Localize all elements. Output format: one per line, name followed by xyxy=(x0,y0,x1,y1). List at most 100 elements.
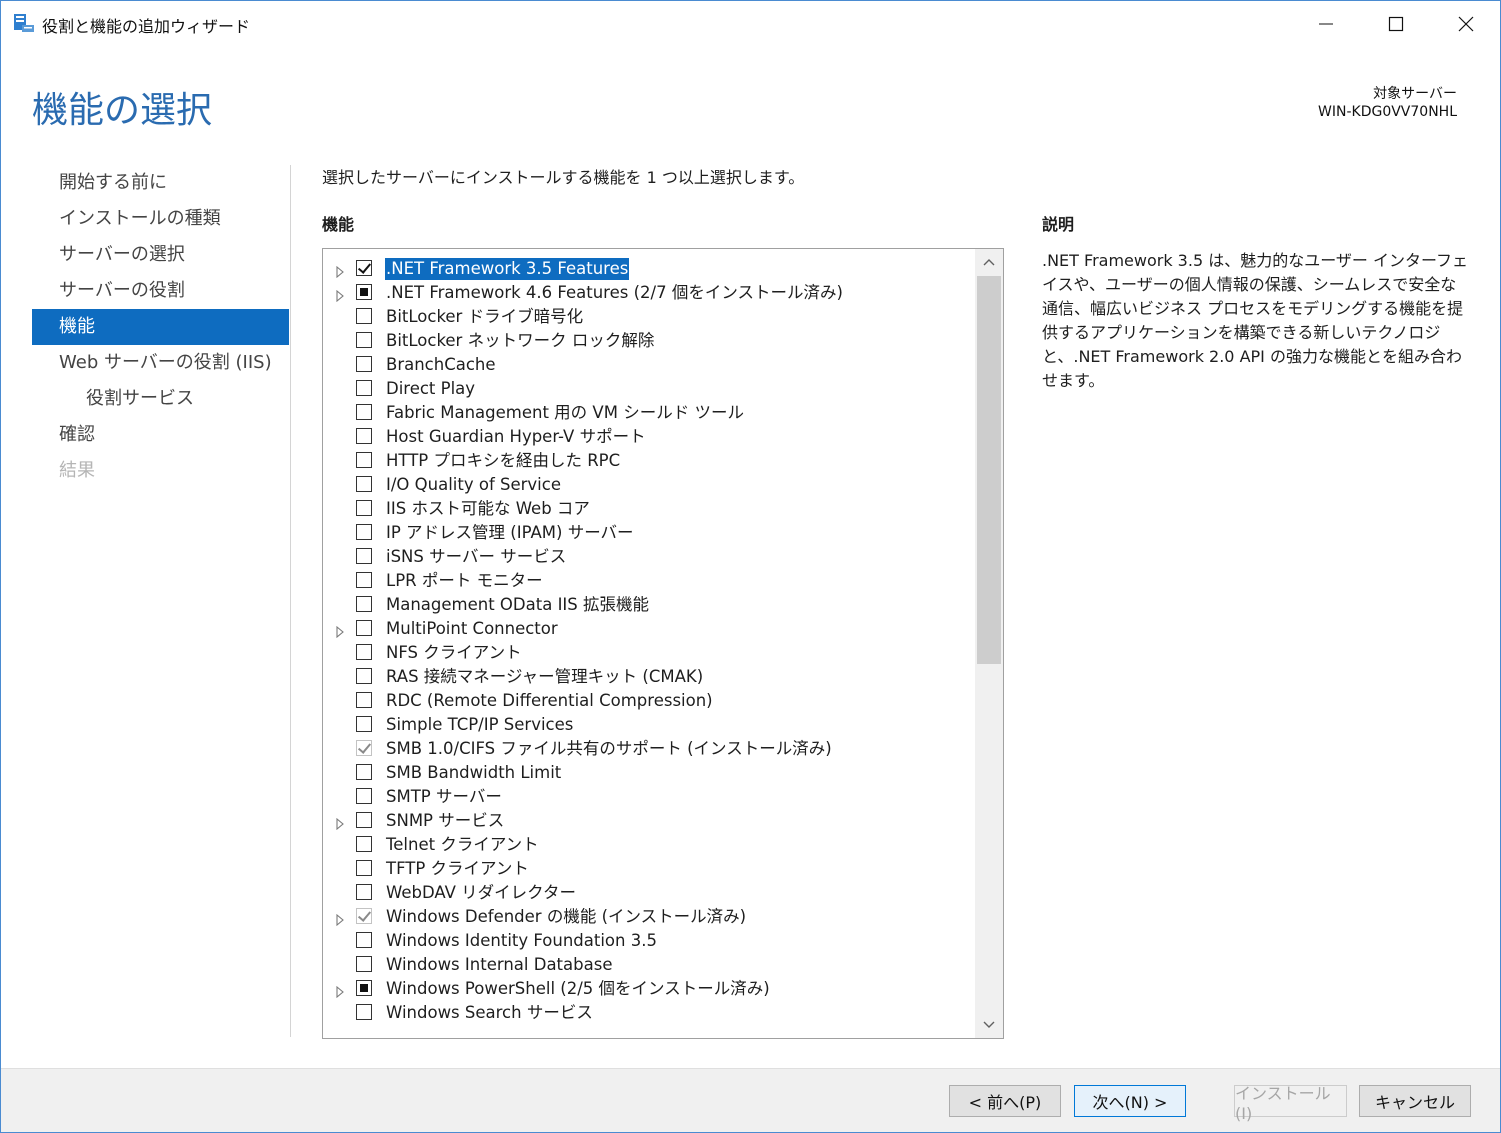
feature-checkbox[interactable] xyxy=(356,980,372,996)
feature-label: .NET Framework 4.6 Features (2/7 個をインストー… xyxy=(386,283,843,302)
feature-checkbox[interactable] xyxy=(356,812,372,828)
expand-arrow-icon[interactable] xyxy=(335,983,345,999)
feature-label: Windows Identity Foundation 3.5 xyxy=(386,931,657,950)
description-text: .NET Framework 3.5 は、魅力的なユーザー インターフェイスや、… xyxy=(1042,251,1469,390)
feature-row[interactable]: Windows Identity Foundation 3.5 xyxy=(323,929,975,953)
feature-checkbox[interactable] xyxy=(356,596,372,612)
nav-item-features[interactable]: 機能 xyxy=(32,309,289,345)
feature-checkbox[interactable] xyxy=(356,860,372,876)
next-button[interactable]: 次へ(N) > xyxy=(1074,1085,1186,1117)
scroll-up-button[interactable] xyxy=(975,249,1003,275)
feature-checkbox[interactable] xyxy=(356,500,372,516)
feature-row[interactable]: LPR ポート モニター xyxy=(323,569,975,593)
cancel-button[interactable]: キャンセル xyxy=(1359,1085,1471,1117)
feature-checkbox[interactable] xyxy=(356,716,372,732)
nav-item-web-server-role[interactable]: Web サーバーの役割 (IIS) xyxy=(32,345,289,381)
feature-row[interactable]: Windows Search サービス xyxy=(323,1001,975,1025)
nav-item-before-you-begin[interactable]: 開始する前に xyxy=(32,165,289,201)
description-heading: 説明 xyxy=(1042,215,1075,234)
features-list[interactable]: .NET Framework 3.5 Features .NET Framewor… xyxy=(322,248,1004,1039)
feature-checkbox[interactable] xyxy=(356,452,372,468)
feature-checkbox[interactable] xyxy=(356,884,372,900)
feature-checkbox[interactable] xyxy=(356,692,372,708)
feature-checkbox[interactable] xyxy=(356,836,372,852)
feature-row[interactable]: NFS クライアント xyxy=(323,641,975,665)
window-title: 役割と機能の追加ウィザード xyxy=(42,17,251,36)
feature-label: IP アドレス管理 (IPAM) サーバー xyxy=(386,523,634,542)
expand-arrow-icon[interactable] xyxy=(335,815,345,831)
feature-row[interactable]: WebDAV リダイレクター xyxy=(323,881,975,905)
feature-checkbox[interactable] xyxy=(356,668,372,684)
feature-row[interactable]: I/O Quality of Service xyxy=(323,473,975,497)
minimize-button[interactable] xyxy=(1303,1,1349,47)
feature-checkbox[interactable] xyxy=(356,332,372,348)
feature-row[interactable]: Telnet クライアント xyxy=(323,833,975,857)
feature-checkbox[interactable] xyxy=(356,428,372,444)
nav-item-server-roles[interactable]: サーバーの役割 xyxy=(32,273,289,309)
feature-checkbox[interactable] xyxy=(356,1004,372,1020)
feature-checkbox[interactable] xyxy=(356,284,372,300)
feature-row[interactable]: BitLocker ネットワーク ロック解除 xyxy=(323,329,975,353)
expand-arrow-icon[interactable] xyxy=(335,911,345,927)
expand-arrow-icon[interactable] xyxy=(335,263,345,279)
feature-checkbox[interactable] xyxy=(356,356,372,372)
feature-row[interactable]: BitLocker ドライブ暗号化 xyxy=(323,305,975,329)
feature-row[interactable]: SMB 1.0/CIFS ファイル共有のサポート (インストール済み) xyxy=(323,737,975,761)
feature-row[interactable]: iSNS サーバー サービス xyxy=(323,545,975,569)
nav-item-confirmation[interactable]: 確認 xyxy=(32,417,289,453)
feature-row[interactable]: BranchCache xyxy=(323,353,975,377)
feature-row[interactable]: SNMP サービス xyxy=(323,809,975,833)
feature-checkbox[interactable] xyxy=(356,932,372,948)
expand-arrow-icon[interactable] xyxy=(335,623,345,639)
nav-item-installation-type[interactable]: インストールの種類 xyxy=(32,201,289,237)
feature-checkbox[interactable] xyxy=(356,476,372,492)
feature-row[interactable]: Direct Play xyxy=(323,377,975,401)
feature-checkbox[interactable] xyxy=(356,620,372,636)
feature-row[interactable]: .NET Framework 4.6 Features (2/7 個をインストー… xyxy=(323,281,975,305)
feature-checkbox[interactable] xyxy=(356,764,372,780)
feature-row[interactable]: .NET Framework 3.5 Features xyxy=(323,257,975,281)
feature-row[interactable]: RAS 接続マネージャー管理キット (CMAK) xyxy=(323,665,975,689)
scroll-down-button[interactable] xyxy=(975,1012,1003,1038)
feature-checkbox[interactable] xyxy=(356,380,372,396)
feature-checkbox[interactable] xyxy=(356,572,372,588)
feature-checkbox[interactable] xyxy=(356,548,372,564)
feature-checkbox[interactable] xyxy=(356,260,372,276)
feature-row[interactable]: Management OData IIS 拡張機能 xyxy=(323,593,975,617)
feature-row[interactable]: Host Guardian Hyper-V サポート xyxy=(323,425,975,449)
feature-row[interactable]: TFTP クライアント xyxy=(323,857,975,881)
title-bar: 役割と機能の追加ウィザード xyxy=(1,1,1500,47)
wizard-nav: 開始する前に インストールの種類 サーバーの選択 サーバーの役割 機能 Web … xyxy=(32,165,289,489)
feature-row[interactable]: RDC (Remote Differential Compression) xyxy=(323,689,975,713)
feature-row[interactable]: Windows Defender の機能 (インストール済み) xyxy=(323,905,975,929)
features-scrollbar[interactable] xyxy=(975,249,1003,1038)
feature-row[interactable]: Simple TCP/IP Services xyxy=(323,713,975,737)
maximize-button[interactable] xyxy=(1373,1,1419,47)
close-button[interactable] xyxy=(1443,1,1489,47)
feature-checkbox[interactable] xyxy=(356,956,372,972)
feature-checkbox xyxy=(356,908,372,924)
feature-row[interactable]: HTTP プロキシを経由した RPC xyxy=(323,449,975,473)
scroll-thumb[interactable] xyxy=(977,276,1001,664)
feature-checkbox[interactable] xyxy=(356,308,372,324)
instruction-text: 選択したサーバーにインストールする機能を 1 つ以上選択します。 xyxy=(322,168,805,187)
feature-row[interactable]: IIS ホスト可能な Web コア xyxy=(323,497,975,521)
feature-label: SMB Bandwidth Limit xyxy=(386,763,562,782)
nav-item-server-selection[interactable]: サーバーの選択 xyxy=(32,237,289,273)
feature-label: SNMP サービス xyxy=(386,811,505,830)
feature-row[interactable]: Fabric Management 用の VM シールド ツール xyxy=(323,401,975,425)
feature-row[interactable]: Windows Internal Database xyxy=(323,953,975,977)
feature-checkbox[interactable] xyxy=(356,524,372,540)
maximize-icon xyxy=(1388,16,1404,32)
feature-checkbox[interactable] xyxy=(356,788,372,804)
feature-checkbox[interactable] xyxy=(356,404,372,420)
feature-checkbox[interactable] xyxy=(356,644,372,660)
previous-button[interactable]: < 前へ(P) xyxy=(949,1085,1061,1117)
feature-row[interactable]: SMB Bandwidth Limit xyxy=(323,761,975,785)
feature-row[interactable]: SMTP サーバー xyxy=(323,785,975,809)
feature-row[interactable]: IP アドレス管理 (IPAM) サーバー xyxy=(323,521,975,545)
feature-row[interactable]: Windows PowerShell (2/5 個をインストール済み) xyxy=(323,977,975,1001)
expand-arrow-icon[interactable] xyxy=(335,287,345,303)
feature-row[interactable]: MultiPoint Connector xyxy=(323,617,975,641)
nav-item-role-services[interactable]: 役割サービス xyxy=(32,381,289,417)
